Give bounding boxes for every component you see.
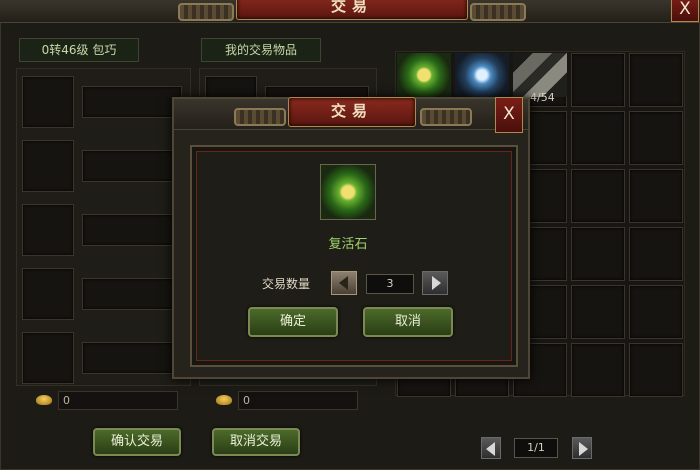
next-page-button[interactable]	[572, 437, 592, 459]
resurrection-stone-item[interactable]	[397, 53, 451, 97]
arrow-left-icon	[486, 442, 495, 456]
decrease-quantity-button[interactable]	[331, 271, 357, 295]
window-close-button[interactable]: X	[671, 0, 699, 22]
dialog-title: 交易	[288, 97, 416, 127]
prev-page-button[interactable]	[481, 437, 501, 459]
partner-item-slot[interactable]	[22, 204, 74, 256]
inventory-slot[interactable]	[629, 227, 683, 281]
partner-item-slot[interactable]	[22, 268, 74, 320]
inventory-slot[interactable]	[571, 53, 625, 107]
partner-item-slot[interactable]	[22, 76, 74, 128]
my-money-field[interactable]: 0	[238, 391, 358, 410]
arrow-right-icon	[579, 442, 588, 456]
inventory-slot[interactable]	[629, 343, 683, 397]
ok-button[interactable]: 确定	[248, 307, 338, 337]
window-title: 交易	[236, 0, 468, 20]
inventory-slot[interactable]	[629, 285, 683, 339]
confirm-trade-button[interactable]: 确认交易	[93, 428, 181, 456]
page-indicator: 1/1	[514, 438, 558, 458]
cancel-button[interactable]: 取消	[363, 307, 453, 337]
header-ornament-left	[178, 3, 234, 21]
item-name: 复活石	[328, 237, 368, 252]
partner-money-field: 0	[58, 391, 178, 410]
resurrection-stone-icon	[320, 164, 376, 220]
gold-ingot-icon	[216, 395, 232, 405]
inventory-slot[interactable]	[571, 227, 625, 281]
gold-ingot-icon	[36, 395, 52, 405]
partner-item-name-field	[82, 342, 182, 374]
header-ornament-right	[470, 3, 526, 21]
quantity-input[interactable]: 3	[366, 274, 414, 294]
partner-item-name-field	[82, 214, 182, 246]
inventory-slot[interactable]	[629, 53, 683, 107]
inventory-slot[interactable]	[571, 285, 625, 339]
arrow-right-icon	[432, 276, 441, 290]
inventory-slot[interactable]	[571, 111, 625, 165]
increase-quantity-button[interactable]	[422, 271, 448, 295]
partner-name-label: 0转46级 包巧	[19, 38, 139, 62]
partner-item-slot[interactable]	[22, 332, 74, 384]
partner-item-name-field	[82, 278, 182, 310]
arrow-left-icon	[339, 276, 348, 290]
dialog-close-button[interactable]: X	[495, 97, 523, 133]
partner-item-slot[interactable]	[22, 140, 74, 192]
partner-item-name-field	[82, 150, 182, 182]
inventory-slot[interactable]	[571, 169, 625, 223]
dialog-ornament-left	[234, 108, 286, 126]
cancel-trade-button[interactable]: 取消交易	[212, 428, 300, 456]
dialog-ornament-right	[420, 108, 472, 126]
orb-item[interactable]	[455, 53, 509, 97]
my-trade-items-label: 我的交易物品	[201, 38, 321, 62]
inventory-slot[interactable]	[571, 343, 625, 397]
inventory-slot[interactable]	[629, 169, 683, 223]
quantity-label: 交易数量	[262, 277, 311, 291]
inventory-slot[interactable]	[629, 111, 683, 165]
inventory-count: 4/54	[530, 91, 555, 104]
partner-item-name-field	[82, 86, 182, 118]
